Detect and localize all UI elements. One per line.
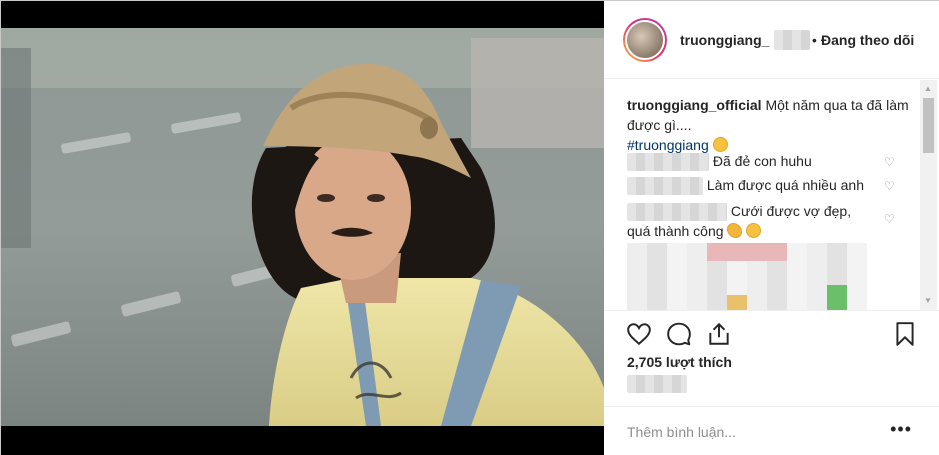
comment-icon[interactable] (666, 321, 692, 347)
commenter-redaction (627, 177, 703, 196)
comment-like-heart-icon[interactable]: ♡ (884, 180, 896, 192)
post-media[interactable] (1, 1, 604, 455)
share-icon[interactable] (706, 321, 732, 347)
avatar[interactable] (625, 20, 665, 60)
mosaic-block (827, 285, 847, 310)
comment-like-heart-icon[interactable]: ♡ (884, 156, 896, 168)
post-sidebar: truonggiang_ • Đang theo dõi truonggiang… (604, 1, 939, 455)
comment-item: Đã đẻ con huhu (627, 151, 897, 172)
add-comment-bar: Thêm bình luận... ••• (604, 406, 939, 455)
caption-username[interactable]: truonggiang_official (627, 97, 762, 113)
comment-item: Làm được quá nhiều anh (627, 175, 897, 196)
header-username[interactable]: truonggiang_ (680, 32, 769, 48)
scrollbar-thumb[interactable] (923, 98, 934, 153)
bookmark-icon[interactable] (892, 321, 918, 347)
comments-scrollbar[interactable]: ▲ ▼ (920, 80, 937, 310)
likes-count[interactable]: 2,705 lượt thích (627, 354, 732, 370)
commenter-redaction (627, 203, 727, 222)
story-ring[interactable] (623, 18, 667, 62)
comment-text: Làm được quá nhiều anh (706, 177, 864, 193)
pixelated-comments (627, 243, 867, 310)
clap-emoji-icon (727, 223, 743, 239)
post-date-redaction (627, 375, 687, 393)
heart-icon[interactable] (626, 321, 652, 347)
scroll-up-arrow-icon[interactable]: ▲ (924, 84, 932, 94)
header-separator: • (812, 32, 817, 48)
post-caption: truonggiang_official Một năm qua ta đã l… (627, 95, 917, 155)
comments-list: truonggiang_official Một năm qua ta đã l… (604, 80, 939, 310)
post-actions: 2,705 lượt thích (604, 310, 939, 406)
commenter-redaction (627, 153, 709, 172)
scroll-down-arrow-icon[interactable]: ▼ (924, 296, 932, 306)
post-header: truonggiang_ • Đang theo dõi (604, 1, 939, 79)
post-modal: truonggiang_ • Đang theo dõi truonggiang… (0, 0, 939, 455)
more-icon[interactable]: ••• (890, 419, 912, 440)
username-redaction (774, 30, 810, 50)
comment-text: Đã đẻ con huhu (712, 153, 812, 169)
laugh-emoji-icon (746, 223, 762, 239)
post-photo[interactable] (1, 28, 604, 426)
add-comment-input[interactable]: Thêm bình luận... (627, 424, 736, 440)
follow-status-button[interactable]: Đang theo dõi (821, 32, 914, 48)
mosaic-block (727, 295, 747, 310)
photo-illustration (1, 28, 604, 426)
comment-like-heart-icon[interactable]: ♡ (884, 213, 896, 225)
grin-emoji-icon (712, 137, 728, 152)
comment-item: Cưới được vợ đẹp, quá thành công (627, 201, 877, 241)
